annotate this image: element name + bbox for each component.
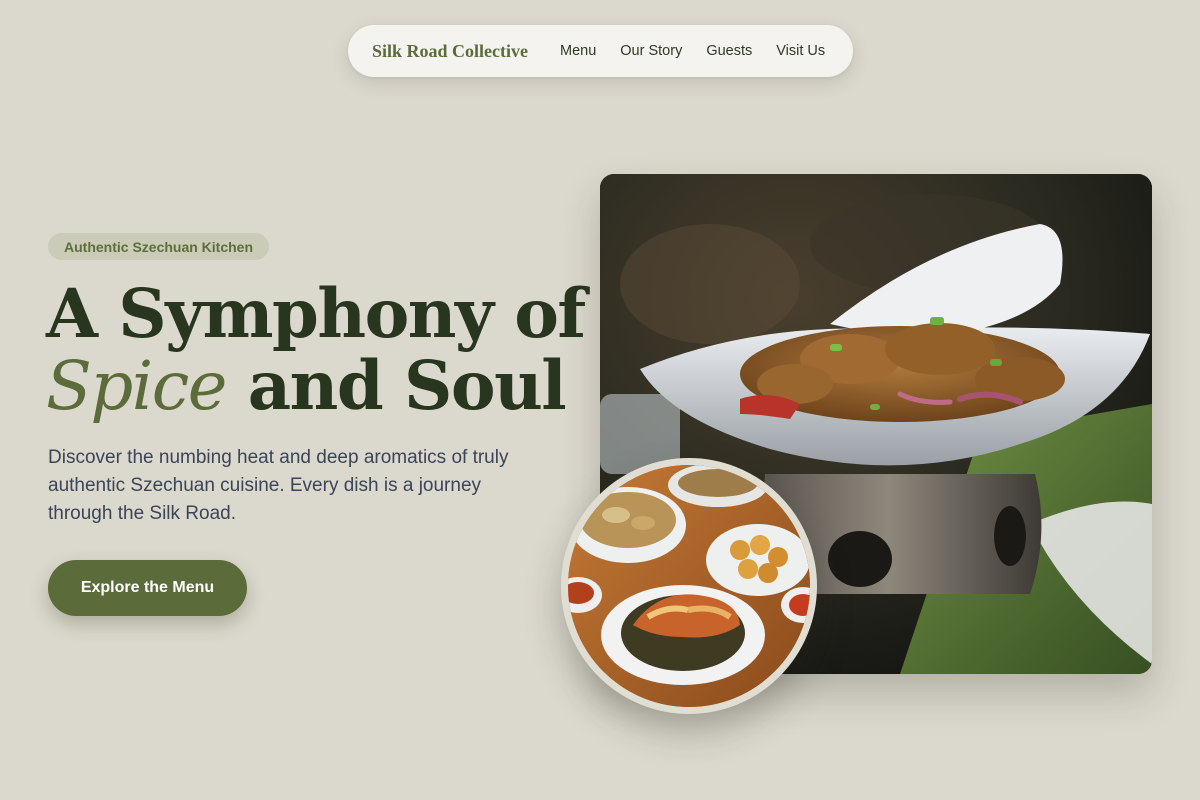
hero-description: Discover the numbing heat and deep aroma… xyxy=(48,447,509,524)
nav-link-our-story[interactable]: Our Story xyxy=(620,43,682,59)
nav-link-visit-us[interactable]: Visit Us xyxy=(776,43,825,59)
headline-line-1: A Symphony of xyxy=(46,274,586,353)
banquet-table-illustration xyxy=(568,465,810,707)
headline-line-2: Spice and Soul xyxy=(46,347,586,425)
hero-headline: A Symphony of Spice and Soul xyxy=(46,274,586,425)
top-nav: Silk Road Collective Menu Our Story Gues… xyxy=(348,25,853,77)
headline-line-2-rest: and Soul xyxy=(225,346,567,425)
nav-links: Menu Our Story Guests Visit Us xyxy=(560,43,825,59)
brand-logo[interactable]: Silk Road Collective xyxy=(372,41,528,62)
banquet-table-photo xyxy=(561,458,817,714)
nav-link-menu[interactable]: Menu xyxy=(560,43,596,59)
headline-emphasis: Spice xyxy=(46,347,227,425)
kitchen-badge: Authentic Szechuan Kitchen xyxy=(48,233,270,260)
explore-menu-button[interactable]: Explore the Menu xyxy=(48,560,247,616)
nav-link-guests[interactable]: Guests xyxy=(706,43,752,59)
